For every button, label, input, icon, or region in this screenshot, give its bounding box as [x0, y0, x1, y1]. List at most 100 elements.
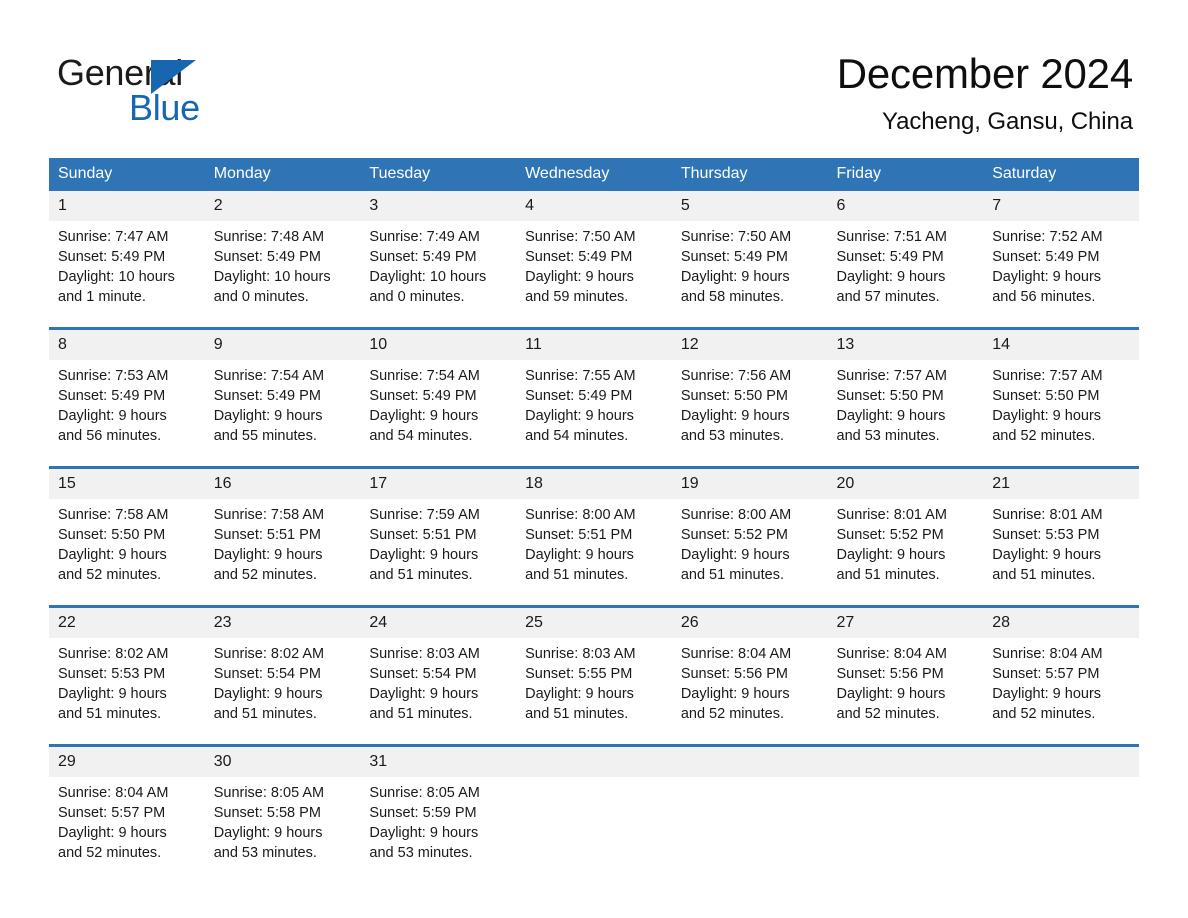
daylight-line2: and 51 minutes.	[58, 706, 162, 722]
daylight-line2: and 51 minutes.	[836, 567, 940, 583]
sunset-text: Sunset: 5:55 PM	[525, 666, 633, 682]
day-cell[interactable]: Sunrise: 8:04 AM Sunset: 5:56 PM Dayligh…	[671, 638, 828, 746]
sunset-text: Sunset: 5:49 PM	[992, 249, 1100, 265]
day-number[interactable]: 28	[983, 605, 1139, 638]
day-number[interactable]: 4	[516, 191, 672, 221]
day-cell[interactable]: Sunrise: 7:55 AM Sunset: 5:49 PM Dayligh…	[516, 360, 672, 468]
day-number[interactable]: 2	[204, 191, 361, 221]
day-cell[interactable]: Sunrise: 7:58 AM Sunset: 5:51 PM Dayligh…	[204, 499, 361, 607]
day-cell[interactable]: Sunrise: 7:49 AM Sunset: 5:49 PM Dayligh…	[360, 221, 517, 329]
day-cell[interactable]: Sunrise: 7:54 AM Sunset: 5:49 PM Dayligh…	[360, 360, 517, 468]
day-cell[interactable]: Sunrise: 7:47 AM Sunset: 5:49 PM Dayligh…	[49, 221, 205, 329]
day-number[interactable]: 16	[204, 466, 361, 499]
daylight-line1: Daylight: 9 hours	[836, 408, 946, 424]
sunrise-text: Sunrise: 8:04 AM	[58, 785, 169, 801]
daylight-line2: and 54 minutes.	[369, 428, 473, 444]
sunset-text: Sunset: 5:49 PM	[836, 249, 944, 265]
day-number[interactable]: 17	[360, 466, 517, 499]
daylight-line1: Daylight: 9 hours	[992, 408, 1102, 424]
day-number[interactable]: 29	[49, 744, 205, 777]
day-cell[interactable]: Sunrise: 8:05 AM Sunset: 5:58 PM Dayligh…	[204, 777, 361, 883]
day-cell[interactable]: Sunrise: 8:00 AM Sunset: 5:52 PM Dayligh…	[671, 499, 828, 607]
daylight-line1: Daylight: 9 hours	[213, 547, 323, 563]
day-number-empty	[671, 744, 828, 777]
day-cell-empty	[516, 777, 672, 883]
day-cell[interactable]: Sunrise: 8:04 AM Sunset: 5:57 PM Dayligh…	[983, 638, 1139, 746]
day-number[interactable]: 20	[827, 466, 984, 499]
daylight-line1: Daylight: 9 hours	[525, 408, 634, 424]
day-number[interactable]: 14	[983, 327, 1139, 360]
day-cell[interactable]: Sunrise: 7:57 AM Sunset: 5:50 PM Dayligh…	[983, 360, 1139, 468]
day-cell[interactable]: Sunrise: 7:52 AM Sunset: 5:49 PM Dayligh…	[983, 221, 1139, 329]
day-number[interactable]: 18	[516, 466, 672, 499]
daylight-line2: and 51 minutes.	[680, 567, 784, 583]
day-number[interactable]: 23	[204, 605, 361, 638]
day-number[interactable]: 30	[204, 744, 361, 777]
day-cell[interactable]: Sunrise: 7:54 AM Sunset: 5:49 PM Dayligh…	[204, 360, 361, 468]
day-cell[interactable]: Sunrise: 7:50 AM Sunset: 5:49 PM Dayligh…	[516, 221, 672, 329]
day-number[interactable]: 24	[360, 605, 517, 638]
day-number[interactable]: 19	[671, 466, 828, 499]
day-number[interactable]: 5	[671, 191, 828, 221]
sunrise-text: Sunrise: 7:50 AM	[680, 229, 792, 245]
daylight-line2: and 51 minutes.	[525, 567, 629, 583]
daylight-line1: Daylight: 9 hours	[369, 408, 479, 424]
day-number[interactable]: 11	[516, 327, 672, 360]
day-number[interactable]: 22	[49, 605, 205, 638]
day-cell[interactable]: Sunrise: 8:03 AM Sunset: 5:54 PM Dayligh…	[360, 638, 517, 746]
sunset-text: Sunset: 5:49 PM	[369, 388, 477, 404]
day-cell[interactable]: Sunrise: 7:58 AM Sunset: 5:50 PM Dayligh…	[49, 499, 205, 607]
day-cell[interactable]: Sunrise: 8:04 AM Sunset: 5:56 PM Dayligh…	[827, 638, 984, 746]
sunset-text: Sunset: 5:56 PM	[836, 666, 944, 682]
day-number-empty	[983, 744, 1139, 777]
sunrise-text: Sunrise: 7:53 AM	[58, 368, 169, 384]
day-number[interactable]: 27	[827, 605, 984, 638]
day-cell[interactable]: Sunrise: 8:05 AM Sunset: 5:59 PM Dayligh…	[360, 777, 517, 883]
day-cell[interactable]: Sunrise: 8:00 AM Sunset: 5:51 PM Dayligh…	[516, 499, 672, 607]
daylight-line1: Daylight: 9 hours	[992, 547, 1102, 563]
day-number[interactable]: 13	[827, 327, 984, 360]
daylight-line2: and 52 minutes.	[992, 428, 1096, 444]
day-number[interactable]: 7	[983, 191, 1139, 221]
day-number[interactable]: 6	[827, 191, 984, 221]
day-cell[interactable]: Sunrise: 7:48 AM Sunset: 5:49 PM Dayligh…	[204, 221, 361, 329]
day-cell[interactable]: Sunrise: 8:02 AM Sunset: 5:54 PM Dayligh…	[204, 638, 361, 746]
day-number[interactable]: 15	[49, 466, 205, 499]
day-number[interactable]: 21	[983, 466, 1139, 499]
dow-header-wednesday: Wednesday	[516, 158, 672, 191]
day-number[interactable]: 25	[516, 605, 672, 638]
daylight-line2: and 51 minutes.	[992, 567, 1096, 583]
day-number[interactable]: 31	[360, 744, 517, 777]
sunrise-text: Sunrise: 8:01 AM	[836, 507, 947, 523]
sunset-text: Sunset: 5:51 PM	[213, 527, 321, 543]
day-number[interactable]: 3	[360, 191, 517, 221]
day-of-week-header-row: Sunday Monday Tuesday Wednesday Thursday…	[49, 158, 1139, 191]
day-cell[interactable]: Sunrise: 7:56 AM Sunset: 5:50 PM Dayligh…	[671, 360, 828, 468]
day-number[interactable]: 9	[204, 327, 361, 360]
page-subtitle-location: Yacheng, Gansu, China	[882, 108, 1133, 135]
day-cell[interactable]: Sunrise: 8:02 AM Sunset: 5:53 PM Dayligh…	[49, 638, 205, 746]
day-cell[interactable]: Sunrise: 7:59 AM Sunset: 5:51 PM Dayligh…	[360, 499, 517, 607]
day-number[interactable]: 12	[671, 327, 828, 360]
day-number[interactable]: 1	[49, 191, 205, 221]
day-cell[interactable]: Sunrise: 8:01 AM Sunset: 5:53 PM Dayligh…	[983, 499, 1139, 607]
daylight-line1: Daylight: 9 hours	[992, 269, 1102, 285]
daylight-line2: and 51 minutes.	[369, 706, 473, 722]
day-cell[interactable]: Sunrise: 8:04 AM Sunset: 5:57 PM Dayligh…	[49, 777, 205, 883]
calendar-page: General Blue December 2024 Yacheng, Gans…	[0, 0, 1188, 918]
day-cell[interactable]: Sunrise: 7:53 AM Sunset: 5:49 PM Dayligh…	[49, 360, 205, 468]
daylight-line1: Daylight: 9 hours	[525, 547, 634, 563]
generalblue-logo[interactable]: General Blue	[57, 52, 317, 130]
day-cell[interactable]: Sunrise: 7:57 AM Sunset: 5:50 PM Dayligh…	[827, 360, 984, 468]
daylight-line2: and 54 minutes.	[525, 428, 629, 444]
day-cell[interactable]: Sunrise: 7:50 AM Sunset: 5:49 PM Dayligh…	[671, 221, 828, 329]
day-number[interactable]: 26	[671, 605, 828, 638]
day-cell[interactable]: Sunrise: 7:51 AM Sunset: 5:49 PM Dayligh…	[827, 221, 984, 329]
day-cell[interactable]: Sunrise: 8:01 AM Sunset: 5:52 PM Dayligh…	[827, 499, 984, 607]
daylight-line1: Daylight: 9 hours	[836, 269, 946, 285]
day-cell[interactable]: Sunrise: 8:03 AM Sunset: 5:55 PM Dayligh…	[516, 638, 672, 746]
day-number[interactable]: 8	[49, 327, 205, 360]
day-number[interactable]: 10	[360, 327, 517, 360]
daylight-line1: Daylight: 10 hours	[58, 269, 175, 285]
daylight-line2: and 51 minutes.	[213, 706, 317, 722]
